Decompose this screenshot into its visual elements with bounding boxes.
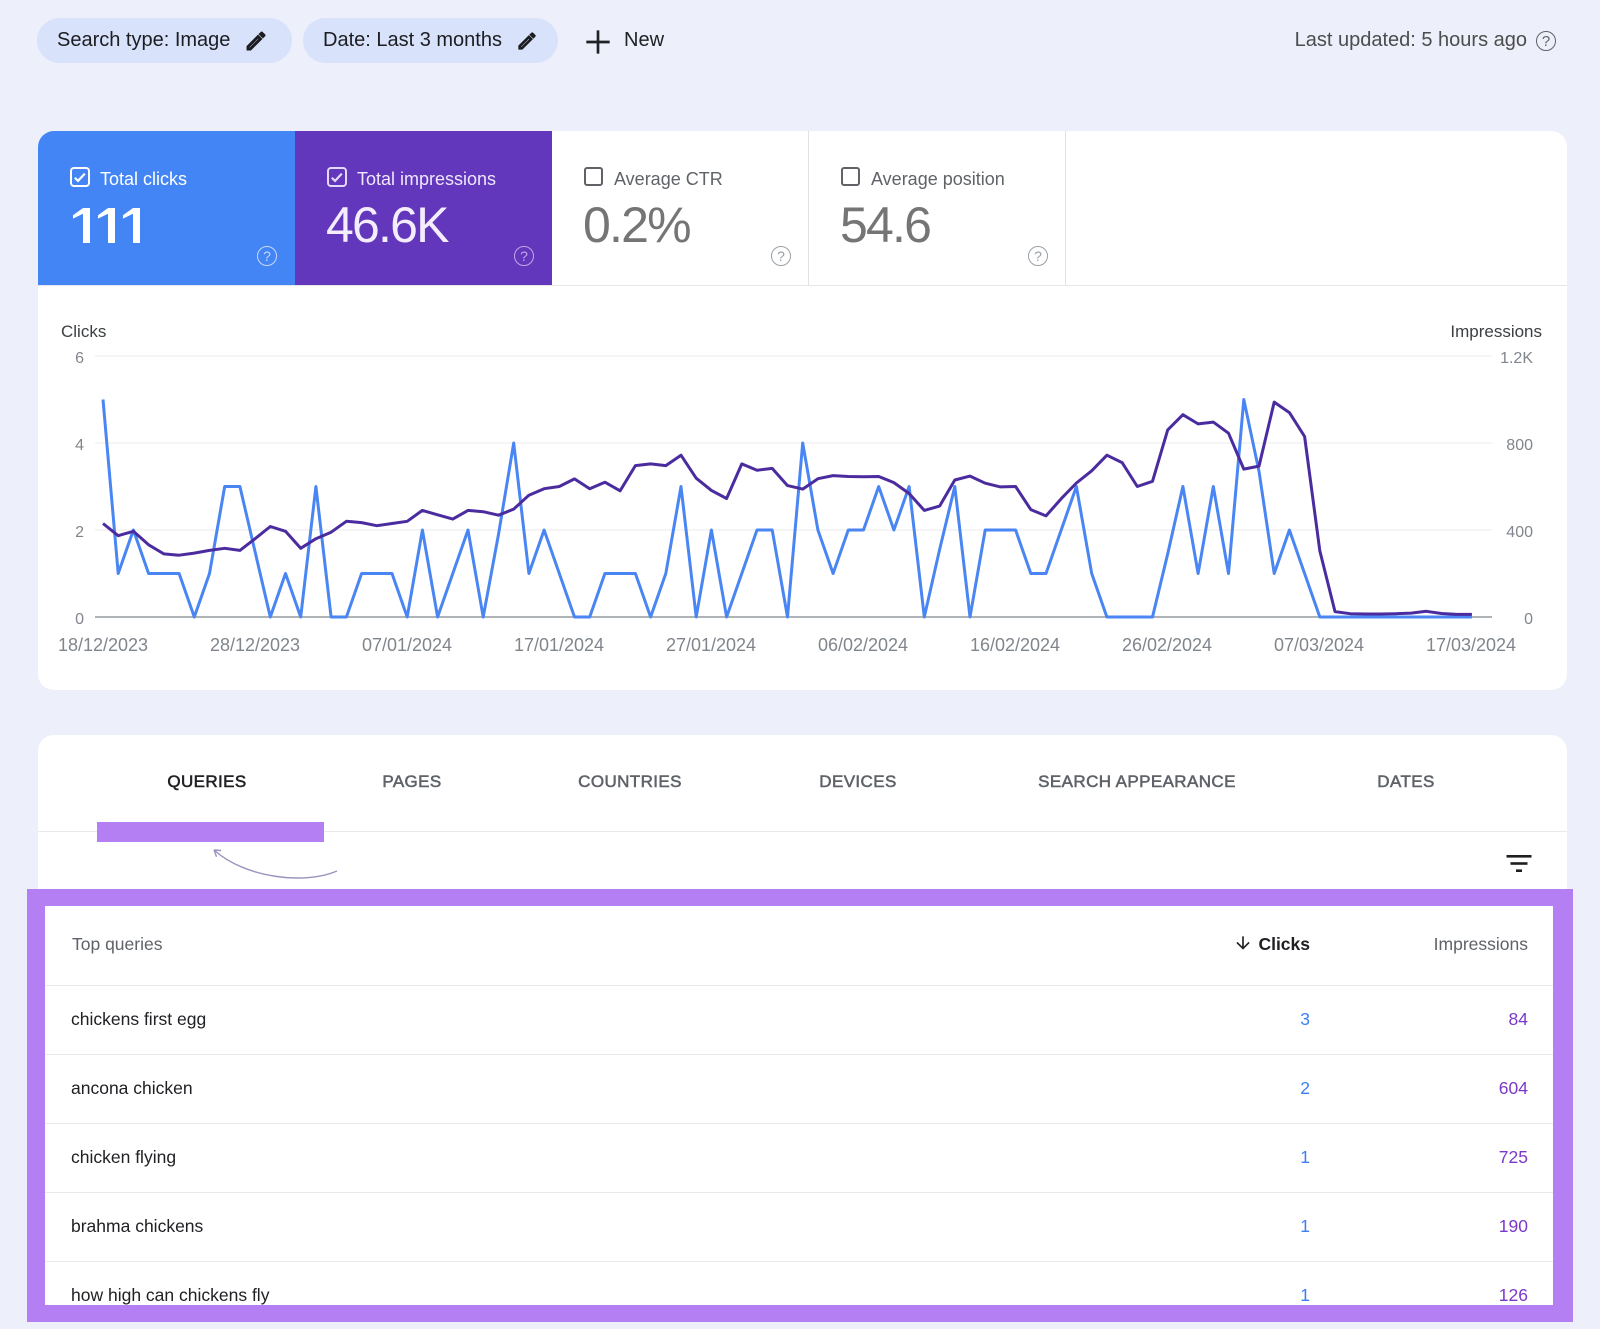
svg-text:26/02/2024: 26/02/2024 [1122, 635, 1212, 655]
svg-text:17/03/2024: 17/03/2024 [1426, 635, 1516, 655]
svg-text:07/01/2024: 07/01/2024 [362, 635, 452, 655]
svg-text:Impressions: Impressions [1450, 322, 1542, 341]
svg-text:Clicks: Clicks [61, 322, 106, 341]
svg-text:28/12/2023: 28/12/2023 [210, 635, 300, 655]
svg-text:800: 800 [1506, 437, 1533, 454]
svg-text:400: 400 [1506, 524, 1533, 541]
svg-text:0: 0 [1524, 611, 1533, 628]
svg-text:4: 4 [75, 437, 84, 454]
svg-text:6: 6 [75, 350, 84, 367]
svg-text:2: 2 [75, 524, 84, 541]
svg-text:17/01/2024: 17/01/2024 [514, 635, 604, 655]
svg-text:1.2K: 1.2K [1500, 350, 1533, 367]
svg-text:07/03/2024: 07/03/2024 [1274, 635, 1364, 655]
svg-text:18/12/2023: 18/12/2023 [58, 635, 148, 655]
svg-text:06/02/2024: 06/02/2024 [818, 635, 908, 655]
svg-text:0: 0 [75, 611, 84, 628]
svg-text:27/01/2024: 27/01/2024 [666, 635, 756, 655]
svg-text:16/02/2024: 16/02/2024 [970, 635, 1060, 655]
